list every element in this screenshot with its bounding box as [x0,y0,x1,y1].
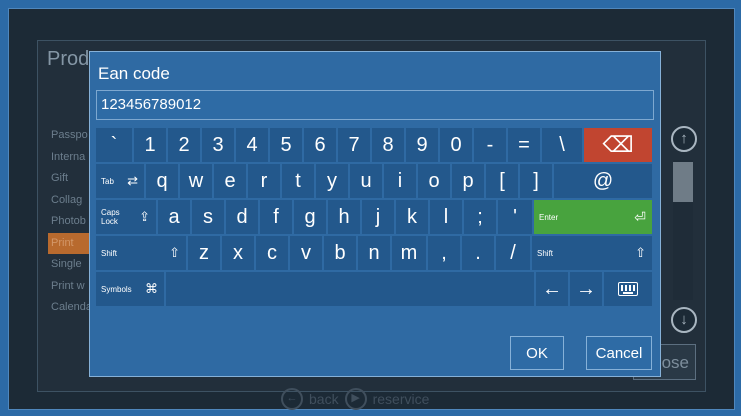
caps-lock-icon: ⇪ [139,209,150,224]
key-i[interactable]: i [384,164,416,198]
key-semicolon[interactable]: ; [464,200,496,234]
key-9[interactable]: 9 [406,128,438,162]
key-g[interactable]: g [294,200,326,234]
key-m[interactable]: m [392,236,426,270]
cancel-button[interactable]: Cancel [586,336,652,370]
ean-code-dialog: Ean code 123456789012 ` 1 2 3 4 5 6 7 8 … [89,51,661,377]
key-backtick[interactable]: ` [96,128,132,162]
key-y[interactable]: y [316,164,348,198]
tab-key-label: Tab [101,176,114,186]
caps-lock-key[interactable]: Caps Lock ⇪ [96,200,156,234]
shift-key-label: Shift [537,248,554,258]
key-w[interactable]: w [180,164,212,198]
bottom-nav: ← back ▶ reservice [281,388,429,410]
left-arrow-key[interactable]: ← [536,272,568,306]
left-arrow-icon: ← [542,277,562,300]
tab-key[interactable]: Tab ⇄ [96,164,144,198]
shift-icon: ⇧ [169,245,180,260]
symbols-key[interactable]: Symbols ⌘ [96,272,164,306]
back-label[interactable]: back [309,391,339,407]
symbols-key-label: Symbols [101,284,132,294]
key-at[interactable]: @ [554,164,652,198]
tab-icon: ⇄ [127,173,138,188]
key-d[interactable]: d [226,200,258,234]
service-label[interactable]: reservice [373,391,430,407]
key-equals[interactable]: = [508,128,540,162]
enter-icon: ⏎ [634,208,646,225]
key-0[interactable]: 0 [440,128,472,162]
key-7[interactable]: 7 [338,128,370,162]
key-j[interactable]: j [362,200,394,234]
key-b[interactable]: b [324,236,356,270]
enter-key-label: Enter [539,212,559,222]
key-3[interactable]: 3 [202,128,234,162]
key-slash[interactable]: / [496,236,530,270]
enter-key[interactable]: Enter ⏎ [534,200,652,234]
scroll-up-icon[interactable]: ↑ [671,126,697,152]
scrollbar-thumb[interactable] [673,162,693,202]
key-e[interactable]: e [214,164,246,198]
backspace-key[interactable]: ⌫ [584,128,652,162]
hide-keyboard-key[interactable] [604,272,652,306]
shift-icon: ⇧ [635,245,646,260]
key-backslash[interactable]: \ [542,128,582,162]
key-a[interactable]: a [158,200,190,234]
command-icon: ⌘ [145,281,158,296]
ok-button[interactable]: OK [510,336,564,370]
key-k[interactable]: k [396,200,428,234]
key-right-bracket[interactable]: ] [520,164,552,198]
key-5[interactable]: 5 [270,128,302,162]
key-4[interactable]: 4 [236,128,268,162]
key-q[interactable]: q [146,164,178,198]
key-1[interactable]: 1 [134,128,166,162]
right-shift-key[interactable]: Shift ⇧ [532,236,652,270]
key-r[interactable]: r [248,164,280,198]
key-t[interactable]: t [282,164,314,198]
key-8[interactable]: 8 [372,128,404,162]
key-c[interactable]: c [256,236,288,270]
key-f[interactable]: f [260,200,292,234]
play-icon[interactable]: ▶ [344,388,367,410]
key-apostrophe[interactable]: ' [498,200,532,234]
key-6[interactable]: 6 [304,128,336,162]
backspace-icon: ⌫ [602,132,634,157]
key-z[interactable]: z [188,236,220,270]
key-u[interactable]: u [350,164,382,198]
right-arrow-icon: → [576,277,596,300]
shift-key-label: Shift [101,248,118,258]
key-comma[interactable]: , [428,236,460,270]
dialog-title: Ean code [98,64,170,83]
key-2[interactable]: 2 [168,128,200,162]
key-h[interactable]: h [328,200,360,234]
keyboard-icon [618,282,638,296]
back-arrow-icon[interactable]: ← [281,388,303,410]
key-p[interactable]: p [452,164,484,198]
caps-lock-label: Caps Lock [101,208,120,226]
key-minus[interactable]: - [474,128,506,162]
key-o[interactable]: o [418,164,450,198]
space-key[interactable] [166,272,534,306]
right-arrow-key[interactable]: → [570,272,602,306]
key-v[interactable]: v [290,236,322,270]
scroll-down-icon[interactable]: ↓ [671,307,697,333]
key-n[interactable]: n [358,236,390,270]
key-left-bracket[interactable]: [ [486,164,518,198]
product-panel-title: Prod [47,48,90,70]
key-s[interactable]: s [192,200,224,234]
key-l[interactable]: l [430,200,462,234]
key-period[interactable]: . [462,236,494,270]
ean-code-input[interactable]: 123456789012 [96,90,654,120]
key-x[interactable]: x [222,236,254,270]
left-shift-key[interactable]: Shift ⇧ [96,236,186,270]
